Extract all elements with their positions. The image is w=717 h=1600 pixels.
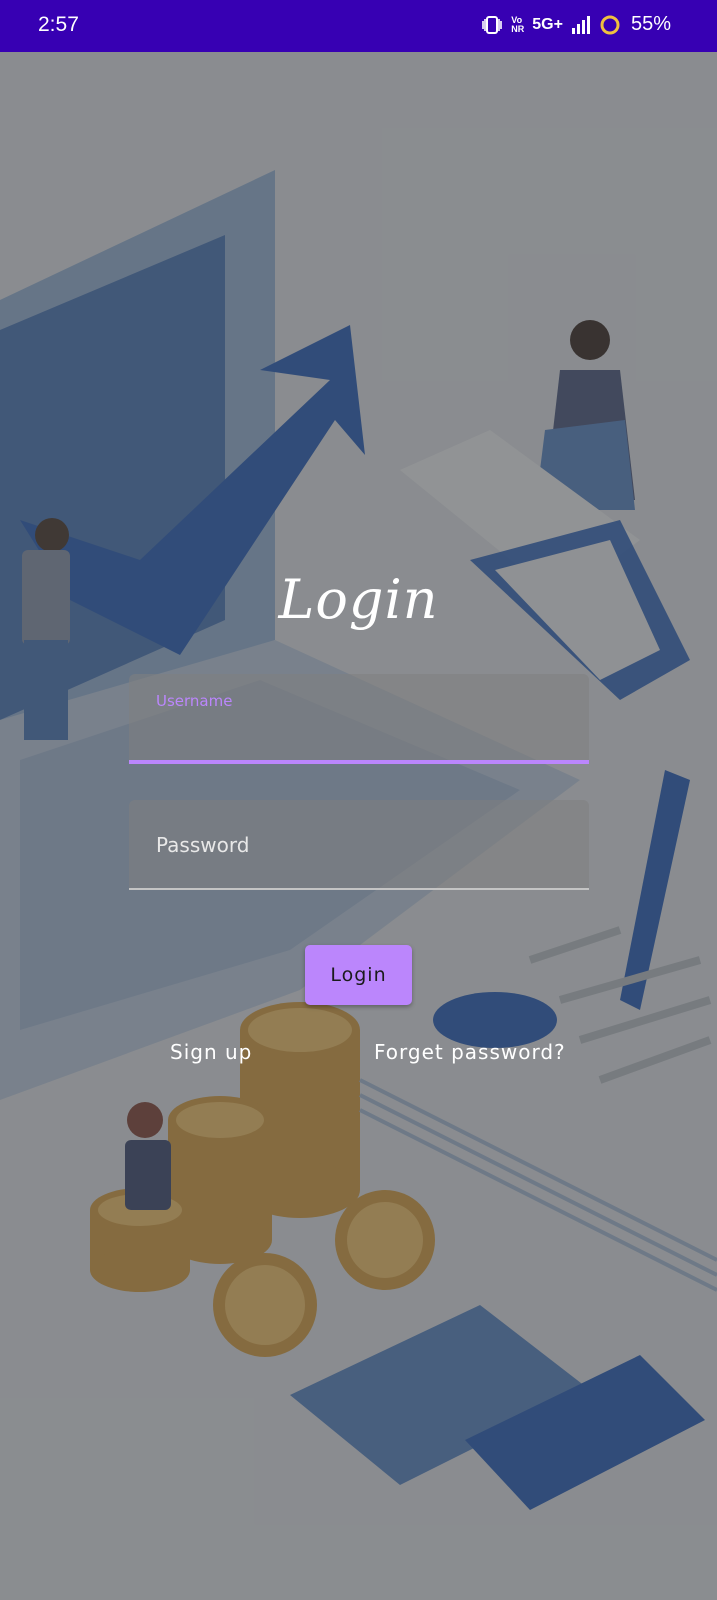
network-type: 5G+ [532, 15, 563, 33]
username-field[interactable]: Username [129, 674, 589, 764]
status-icons: Vo NR 5G+ 55% [481, 13, 671, 36]
username-label: Username [156, 692, 233, 710]
battery-percent: 55% [630, 13, 671, 35]
clock: 2:57 [38, 13, 79, 36]
forgot-password-link[interactable]: Forget password? [374, 1040, 566, 1064]
signal-icon [571, 15, 591, 34]
volte-icon: Vo NR [511, 15, 525, 34]
login-button[interactable]: Login [305, 945, 412, 1005]
status-bar: 2:57 Vo NR 5G+ 55% [0, 0, 717, 52]
page-title: Login [278, 568, 439, 631]
username-input[interactable] [156, 714, 566, 750]
password-field[interactable] [129, 800, 589, 890]
sign-up-link[interactable]: Sign up [170, 1040, 252, 1064]
password-input[interactable] [156, 827, 566, 863]
battery-ring-icon [599, 14, 621, 36]
vibrate-icon [481, 15, 503, 34]
volte-bottom: NR [511, 23, 525, 34]
